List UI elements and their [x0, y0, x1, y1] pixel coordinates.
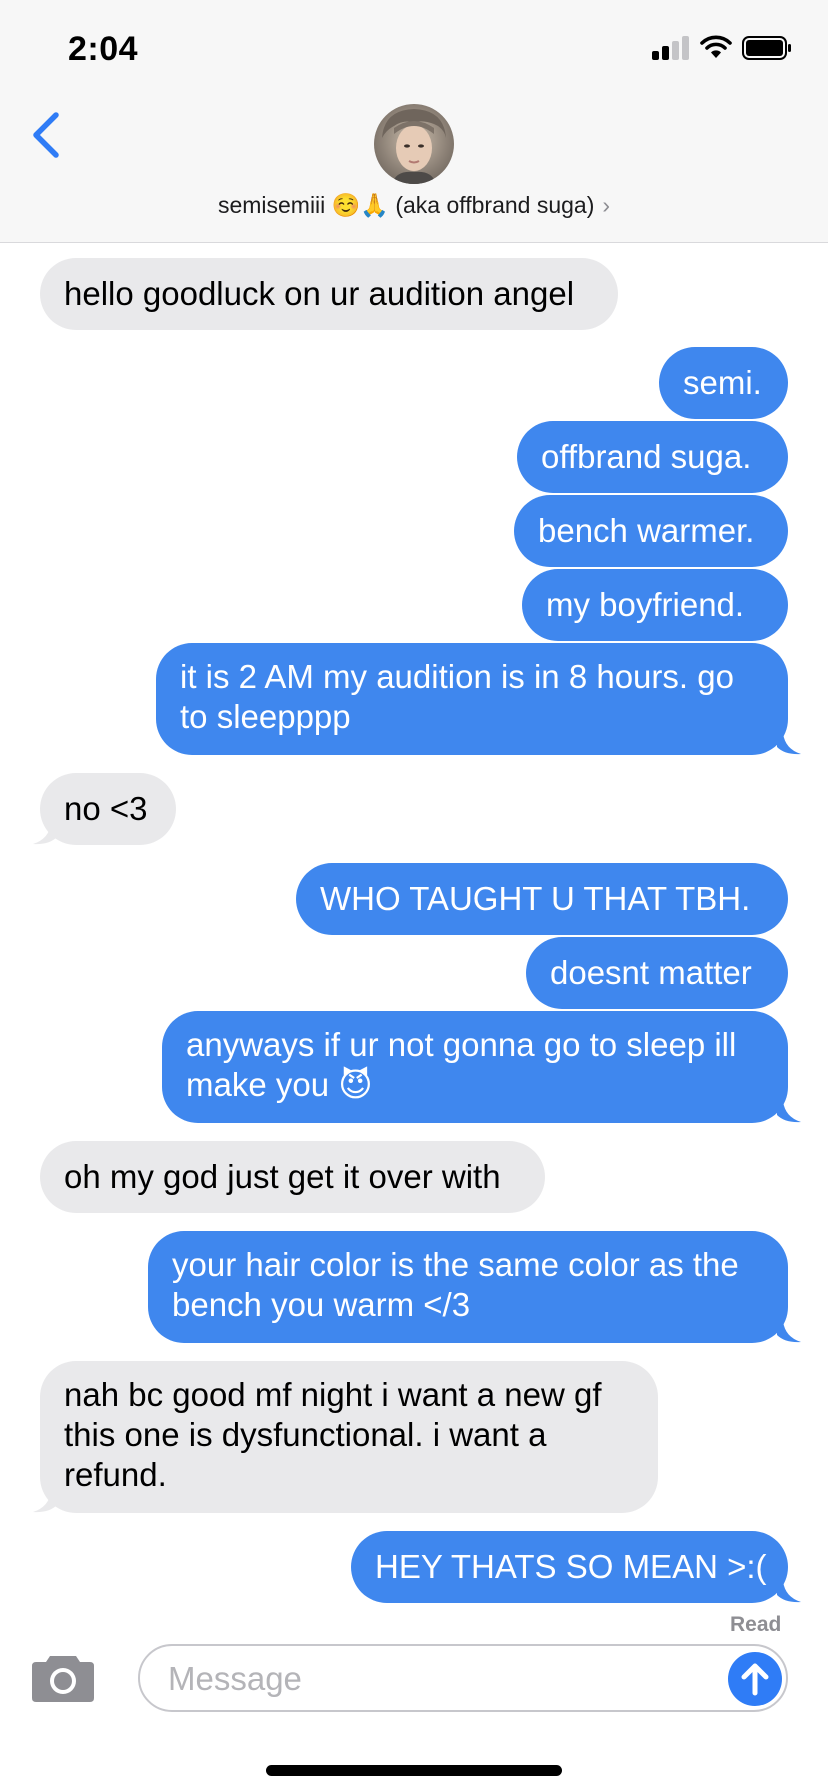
- sent-bubble-tail: [777, 1581, 801, 1603]
- message-field[interactable]: [138, 1644, 788, 1712]
- sent-message[interactable]: WHO TAUGHT U THAT TBH.: [296, 863, 788, 935]
- conversation-header: 2:04 semisemiii ☺️🙏 (aka offbrand suga) ›: [0, 0, 828, 243]
- cellular-signal-icon: [652, 36, 690, 60]
- sent-message[interactable]: offbrand suga.: [517, 421, 788, 493]
- read-receipt: Read: [730, 1613, 782, 1636]
- received-message[interactable]: nah bc good mf night i want a new gf thi…: [40, 1361, 658, 1513]
- sent-message[interactable]: HEY THATS SO MEAN >:(: [351, 1531, 788, 1603]
- sent-bubble-tail: [777, 1321, 801, 1343]
- sent-message[interactable]: your hair color is the same color as the…: [148, 1231, 788, 1343]
- send-button[interactable]: [728, 1652, 782, 1706]
- message-input[interactable]: [166, 1654, 690, 1704]
- sent-message[interactable]: anyways if ur not gonna go to sleep ill …: [162, 1011, 788, 1123]
- sent-bubble-tail: [777, 733, 801, 755]
- received-message[interactable]: hello goodluck on ur audition angel: [40, 258, 618, 330]
- contact-name-button[interactable]: semisemiii ☺️🙏 (aka offbrand suga) ›: [0, 192, 828, 219]
- sent-message[interactable]: doesnt matter: [526, 937, 788, 1009]
- arrow-up-icon: [741, 1663, 769, 1696]
- received-message[interactable]: oh my god just get it over with: [40, 1141, 545, 1213]
- sent-message[interactable]: semi.: [659, 347, 788, 419]
- avatar-portrait-icon: [382, 109, 446, 184]
- wifi-icon: [700, 35, 732, 58]
- chevron-left-icon[interactable]: [28, 110, 64, 160]
- received-message[interactable]: no <3: [40, 773, 176, 845]
- contact-name: semisemiii ☺️🙏 (aka offbrand suga): [217, 192, 595, 218]
- battery-icon: [742, 36, 791, 60]
- received-bubble-tail: [33, 1491, 57, 1513]
- sent-message[interactable]: it is 2 AM my audition is in 8 hours. go…: [156, 643, 788, 755]
- status-time: 2:04: [68, 30, 139, 68]
- sent-message[interactable]: bench warmer.: [514, 495, 788, 567]
- camera-icon[interactable]: [30, 1650, 96, 1704]
- sent-message[interactable]: my boyfriend.: [522, 569, 788, 641]
- chevron-right-icon: ›: [602, 192, 611, 218]
- contact-avatar[interactable]: [374, 104, 454, 184]
- sent-bubble-tail: [777, 1101, 801, 1123]
- received-bubble-tail: [33, 823, 57, 845]
- home-indicator[interactable]: [266, 1765, 562, 1776]
